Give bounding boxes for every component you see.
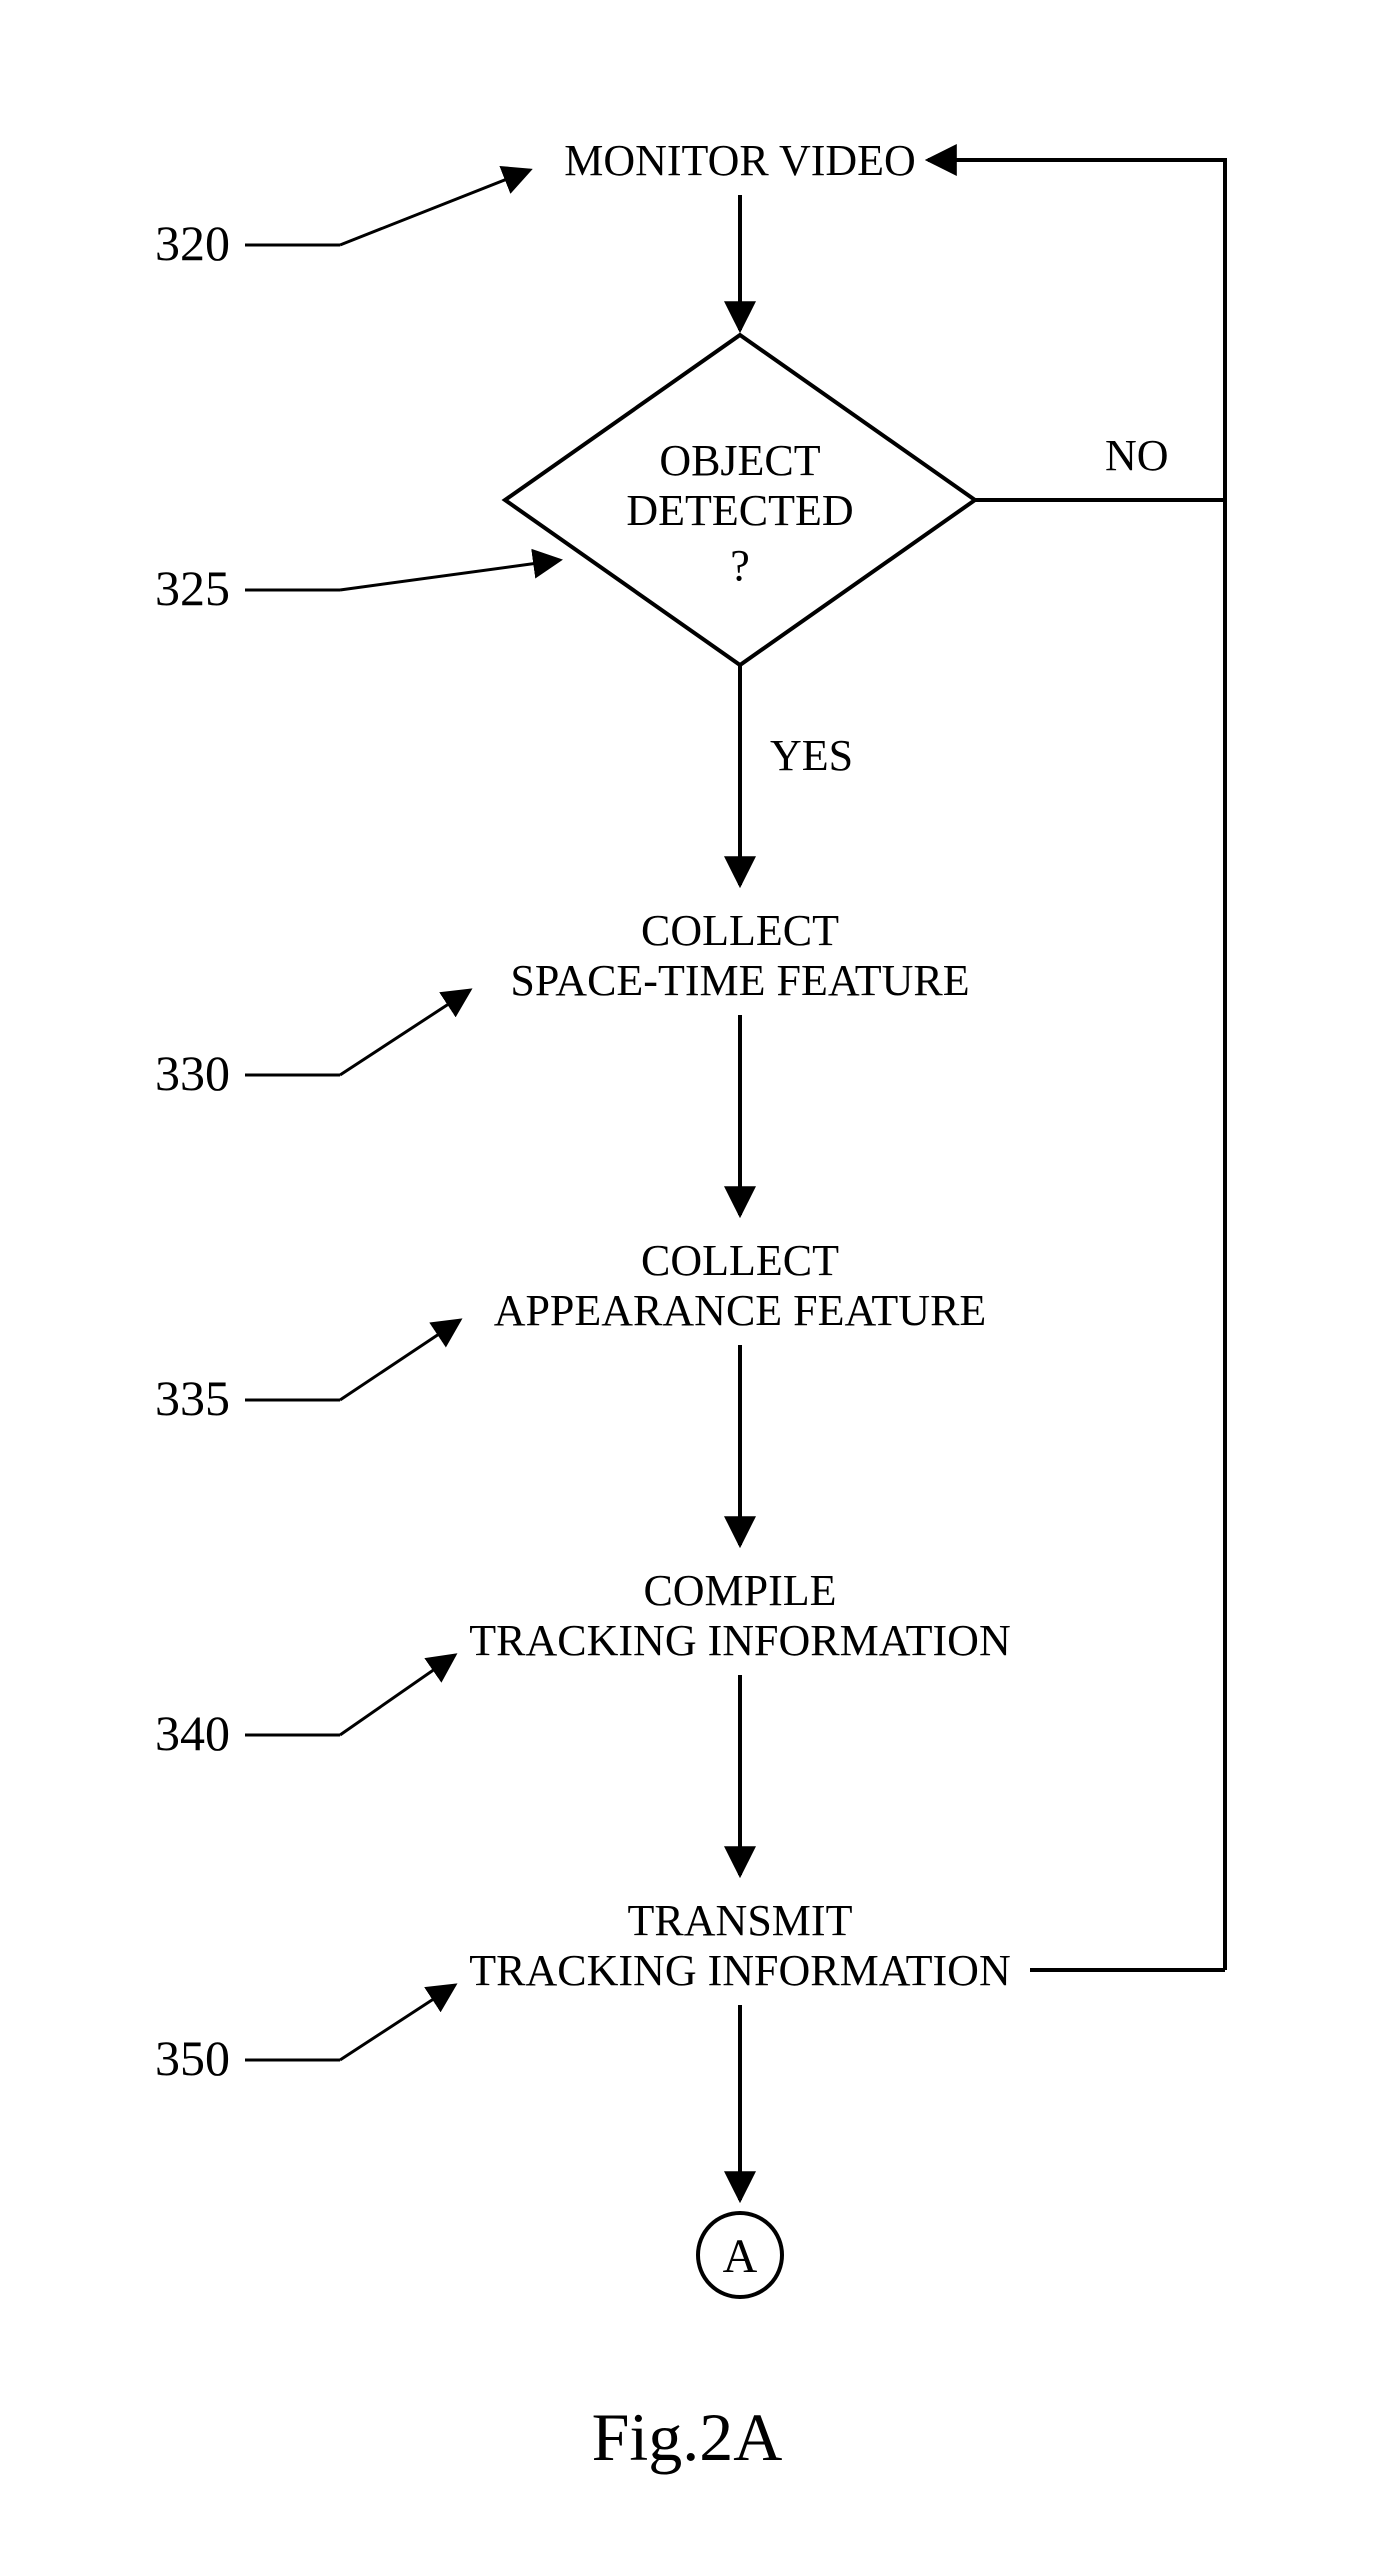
step-monitor-video: MONITOR VIDEO xyxy=(564,136,916,185)
step-collect-appearance-line2: APPEARANCE FEATURE xyxy=(494,1286,987,1335)
label-no: NO xyxy=(1105,431,1169,480)
label-yes: YES xyxy=(770,731,853,780)
step-collect-appearance-line1: COLLECT xyxy=(641,1236,839,1285)
ref-350: 350 xyxy=(155,2030,230,2086)
ref-320: 320 xyxy=(155,215,230,271)
step-compile-line2: TRACKING INFORMATION xyxy=(469,1616,1010,1665)
ref-330: 330 xyxy=(155,1045,230,1101)
ref-335: 335 xyxy=(155,1370,230,1426)
step-collect-spacetime-line2: SPACE-TIME FEATURE xyxy=(510,956,969,1005)
flowchart: MONITOR VIDEO 320 OBJECT DETECTED ? 325 … xyxy=(0,0,1375,2555)
step-compile-line1: COMPILE xyxy=(643,1566,836,1615)
ref-325: 325 xyxy=(155,560,230,616)
decision-line3: ? xyxy=(730,541,750,590)
step-collect-spacetime-line1: COLLECT xyxy=(641,906,839,955)
figure-caption: Fig.2A xyxy=(592,2399,783,2475)
edge-no xyxy=(928,160,1225,500)
step-transmit-line2: TRACKING INFORMATION xyxy=(469,1946,1010,1995)
connector-a: A xyxy=(723,2230,758,2283)
decision-line2: DETECTED xyxy=(626,486,853,535)
decision-line1: OBJECT xyxy=(659,436,820,485)
step-transmit-line1: TRANSMIT xyxy=(628,1896,853,1945)
ref-340: 340 xyxy=(155,1705,230,1761)
